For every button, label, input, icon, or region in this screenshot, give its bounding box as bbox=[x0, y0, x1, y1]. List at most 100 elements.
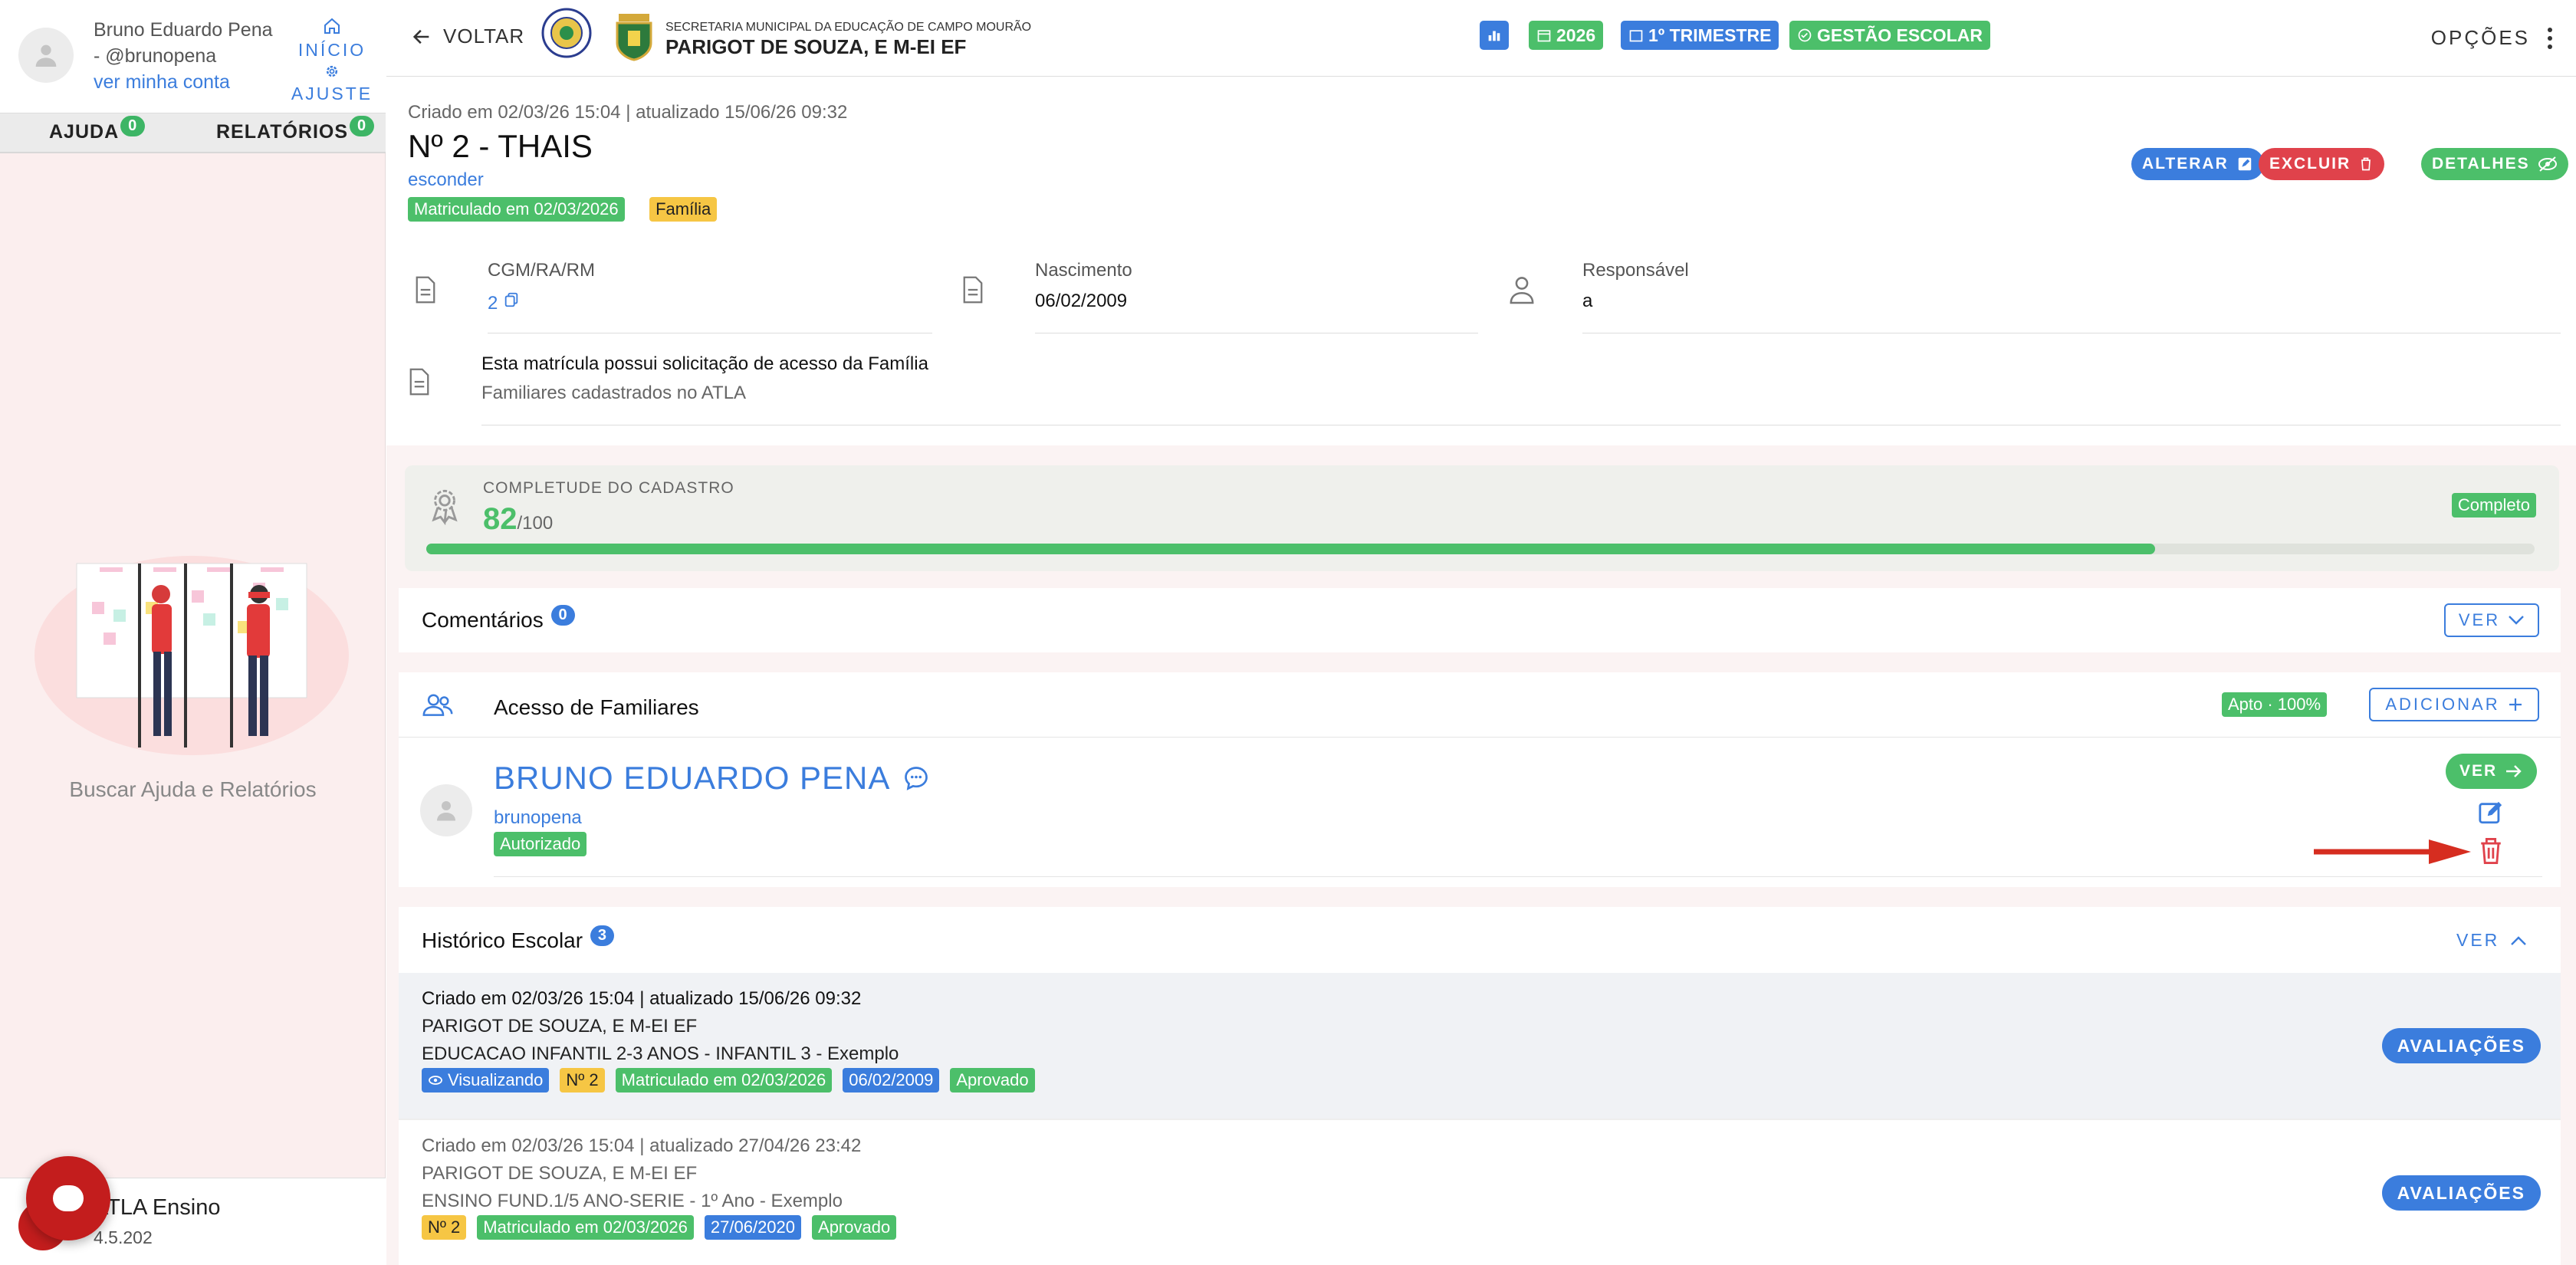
user-handle: - @brunopena bbox=[94, 45, 217, 67]
options-label: OPÇÕES bbox=[2430, 26, 2530, 49]
cgm-field: CGM/RA/RM 2 bbox=[488, 260, 932, 334]
number-badge: Nº 2 bbox=[560, 1068, 605, 1092]
help-caption: Buscar Ajuda e Relatórios bbox=[69, 777, 317, 801]
history-item[interactable]: Criado em 02/03/26 15:04 | atualizado 15… bbox=[399, 973, 2561, 1119]
back-label: VOLTAR bbox=[443, 25, 525, 48]
home-shortcut[interactable]: INÍCIO bbox=[290, 17, 374, 61]
comments-title-row: Comentários 0 bbox=[422, 605, 575, 633]
member-name-row: BRUNO EDUARDO PENA bbox=[494, 760, 930, 797]
period-label: 1º TRIMESTRE bbox=[1648, 25, 1772, 45]
history-view-button[interactable]: VER bbox=[2456, 930, 2527, 951]
completeness-score-row: 82/100 bbox=[483, 502, 553, 537]
member-avatar bbox=[420, 784, 472, 836]
settings-shortcut[interactable]: AJUSTE bbox=[290, 63, 374, 104]
year-chip[interactable]: 2026 bbox=[1529, 21, 1604, 50]
module-chip[interactable]: GESTÃO ESCOLAR bbox=[1789, 21, 1990, 50]
evaluations-button[interactable]: AVALIAÇÕES bbox=[2381, 1175, 2541, 1211]
family-access-card: Acesso de Familiares Apto · 100% ADICION… bbox=[399, 672, 2561, 887]
home-label: INÍCIO bbox=[297, 40, 366, 60]
person-icon bbox=[1510, 277, 1534, 304]
copy-icon[interactable] bbox=[503, 291, 520, 309]
guardian-field: Responsável a bbox=[1582, 260, 2561, 334]
comments-card: Comentários 0 VER bbox=[399, 588, 2561, 652]
history-count: 3 bbox=[590, 925, 614, 946]
add-family-button[interactable]: ADICIONAR bbox=[2369, 688, 2539, 721]
settings-label: AJUSTE bbox=[291, 84, 373, 104]
view-account-link[interactable]: ver minha conta bbox=[94, 69, 285, 95]
award-icon bbox=[432, 489, 458, 525]
evaluations-button[interactable]: AVALIAÇÕES bbox=[2381, 1028, 2541, 1063]
tab-help-label: AJUDA bbox=[49, 121, 120, 143]
gear-icon bbox=[326, 65, 338, 77]
document-icon bbox=[416, 276, 435, 304]
history-title: Histórico Escolar bbox=[422, 928, 583, 952]
tab-reports[interactable]: RELATÓRIOS 0 bbox=[216, 116, 375, 144]
tab-reports-label: RELATÓRIOS bbox=[216, 121, 349, 143]
edit-label: ALTERAR bbox=[2142, 155, 2229, 172]
member-divider bbox=[494, 876, 2542, 877]
record-card: Criado em 02/03/26 15:04 | atualizado 15… bbox=[386, 77, 2576, 445]
delete-record-button[interactable]: EXCLUIR bbox=[2259, 148, 2385, 180]
chat-button[interactable] bbox=[26, 1156, 110, 1240]
options-menu[interactable]: OPÇÕES bbox=[2431, 26, 2553, 50]
family-access-note: Esta matrícula possui solicitação de ace… bbox=[481, 353, 2561, 426]
delete-label: EXCLUIR bbox=[2269, 155, 2351, 172]
history-item-class: ENSINO FUND.1/5 ANO-SERIE - 1º Ano - Exe… bbox=[422, 1191, 843, 1211]
record-meta: Criado em 02/03/26 15:04 | atualizado 15… bbox=[408, 102, 848, 123]
enrolled-badge: Matriculado em 02/03/2026 bbox=[615, 1068, 833, 1092]
chart-icon bbox=[1488, 31, 1500, 41]
stats-chip[interactable] bbox=[1480, 21, 1509, 50]
hide-link[interactable]: esconder bbox=[408, 169, 484, 191]
completeness-card: COMPLETUDE DO CADASTRO 82/100 Completo bbox=[405, 465, 2559, 571]
eye-off-icon bbox=[2538, 156, 2557, 172]
family-access-status: Apto · 100% bbox=[2222, 692, 2328, 717]
sidebar: Bruno Eduardo Pena - @brunopena ver minh… bbox=[0, 0, 386, 1265]
app-version: 4.5.202 bbox=[94, 1227, 153, 1247]
member-status-badge: Autorizado bbox=[494, 832, 587, 856]
member-view-button[interactable]: VER bbox=[2446, 754, 2538, 789]
comments-view-button[interactable]: VER bbox=[2444, 603, 2539, 637]
home-icon bbox=[324, 18, 340, 34]
number-badge: Nº 2 bbox=[422, 1215, 467, 1240]
comments-title: Comentários bbox=[422, 608, 544, 632]
period-chip[interactable]: 1º TRIMESTRE bbox=[1621, 21, 1779, 50]
access-request-text: Esta matrícula possui solicitação de ace… bbox=[481, 353, 928, 374]
back-arrow-icon bbox=[412, 29, 429, 44]
person-icon bbox=[35, 44, 57, 67]
help-illustration bbox=[34, 556, 349, 755]
chat-icon[interactable] bbox=[902, 764, 930, 792]
edit-icon bbox=[2238, 157, 2252, 171]
person-icon bbox=[437, 801, 455, 821]
approved-badge: Aprovado bbox=[812, 1215, 897, 1240]
date-badge: 06/02/2009 bbox=[843, 1068, 940, 1092]
details-label: DETALHES bbox=[2432, 155, 2530, 172]
back-button[interactable]: VOLTAR bbox=[409, 25, 524, 48]
details-button[interactable]: DETALHES bbox=[2421, 148, 2568, 180]
user-avatar[interactable] bbox=[18, 28, 74, 83]
history-view-label: VER bbox=[2456, 930, 2500, 950]
user-name: Bruno Eduardo Pena bbox=[94, 19, 273, 41]
edit-icon[interactable] bbox=[2478, 800, 2504, 826]
secretariat-seal bbox=[541, 8, 592, 58]
tab-help[interactable]: AJUDA 0 bbox=[49, 116, 146, 144]
secretariat-name: SECRETARIA MUNICIPAL DA EDUCAÇÃO DE CAMP… bbox=[665, 21, 1032, 34]
trash-icon[interactable] bbox=[2478, 836, 2504, 866]
module-label: GESTÃO ESCOLAR bbox=[1817, 25, 1983, 45]
annotation-arrow bbox=[2314, 840, 2471, 864]
history-item-meta: Criado em 02/03/26 15:04 | atualizado 27… bbox=[422, 1135, 862, 1156]
guardian-value: a bbox=[1582, 291, 1593, 311]
tab-reports-count: 0 bbox=[350, 116, 375, 136]
completeness-max: /100 bbox=[517, 513, 554, 534]
member-name[interactable]: BRUNO EDUARDO PENA bbox=[494, 760, 890, 797]
edit-button[interactable]: ALTERAR bbox=[2131, 148, 2264, 180]
member-username[interactable]: brunopena bbox=[494, 807, 582, 829]
top-bar: VOLTAR SECRETARIA MUNICIPAL DA EDUCAÇÃO … bbox=[386, 0, 2576, 77]
history-item-badges: Nº 2 Matriculado em 02/03/2026 27/06/202… bbox=[422, 1215, 897, 1240]
completeness-bar-track bbox=[426, 544, 2535, 554]
family-badge: Família bbox=[649, 197, 718, 222]
school-name: PARIGOT DE SOUZA, E M-EI EF bbox=[665, 35, 967, 58]
cgm-label: CGM/RA/RM bbox=[488, 260, 595, 281]
sidebar-header: Bruno Eduardo Pena - @brunopena ver minh… bbox=[0, 0, 386, 113]
comments-view-label: VER bbox=[2458, 610, 2501, 629]
history-item[interactable]: Criado em 02/03/26 15:04 | atualizado 27… bbox=[399, 1120, 2561, 1265]
